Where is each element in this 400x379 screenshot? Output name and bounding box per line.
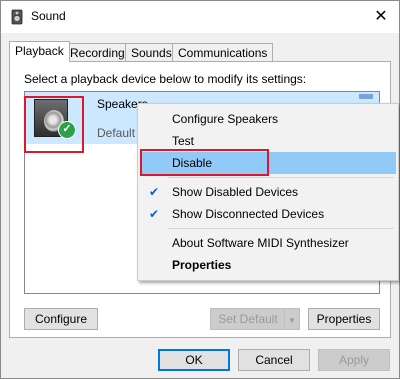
apply-button[interactable]: Apply (318, 349, 390, 371)
device-icon-annotation (24, 96, 84, 153)
checkmark-icon: ✔ (149, 185, 160, 199)
window-title: Sound (31, 9, 66, 23)
menu-item-about-midi-synth[interactable]: About Software MIDI Synthesizer (140, 232, 396, 254)
chevron-down-icon: ▼ (288, 316, 296, 325)
menu-separator (168, 177, 394, 178)
properties-button[interactable]: Properties (308, 308, 380, 330)
speaker-app-icon (11, 9, 23, 25)
cancel-button[interactable]: Cancel (238, 349, 310, 371)
menu-item-label: Show Disconnected Devices (172, 207, 325, 221)
volume-level-bar (359, 94, 373, 99)
configure-button[interactable]: Configure (24, 308, 98, 330)
set-default-button[interactable]: Set Default (210, 308, 286, 330)
instructions-text: Select a playback device below to modify… (24, 72, 307, 86)
disable-annotation (140, 149, 269, 176)
ok-button[interactable]: OK (158, 349, 230, 371)
close-icon: ✕ (374, 8, 388, 25)
set-default-dropdown-button[interactable]: ▼ (284, 308, 300, 330)
tab-communications[interactable]: Communications (172, 43, 274, 61)
menu-item-show-disconnected-devices[interactable]: ✔ Show Disconnected Devices (140, 203, 396, 225)
menu-item-properties[interactable]: Properties (140, 254, 396, 276)
checkmark-icon: ✔ (149, 207, 160, 221)
tab-recording[interactable]: Recording (64, 43, 131, 61)
menu-separator (168, 228, 394, 229)
menu-item-configure-speakers[interactable]: Configure Speakers (140, 108, 396, 130)
tab-sounds[interactable]: Sounds (125, 43, 178, 61)
tab-playback[interactable]: Playback (9, 41, 70, 62)
close-button[interactable]: ✕ (367, 3, 395, 31)
context-menu: Configure Speakers Test Disable ✔ Show D… (137, 103, 399, 281)
menu-item-show-disabled-devices[interactable]: ✔ Show Disabled Devices (140, 181, 396, 203)
title-bar: Sound ✕ (1, 1, 399, 33)
menu-item-label: Show Disabled Devices (172, 185, 299, 199)
